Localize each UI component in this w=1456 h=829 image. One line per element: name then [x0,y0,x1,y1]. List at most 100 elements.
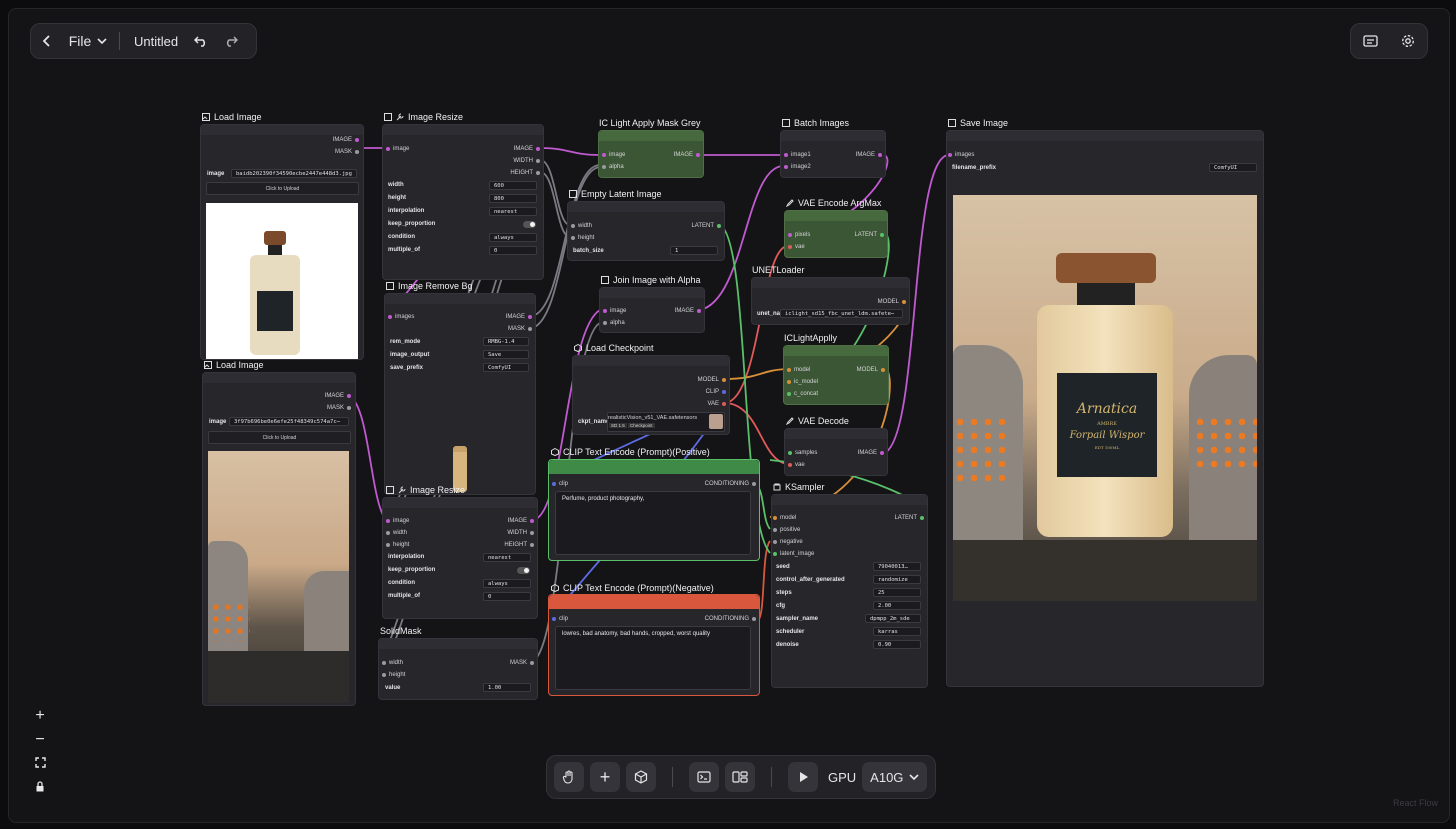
condition-select[interactable]: always [483,579,531,588]
output-port[interactable] [880,451,884,455]
back-button[interactable] [31,24,63,58]
image-remove-bg-node[interactable]: images IMAGE MASK rem_mode RMBG-1.4 imag… [384,293,536,495]
output-port[interactable] [536,159,540,163]
output-port[interactable] [878,153,882,157]
input-port[interactable] [382,661,386,665]
image-select[interactable]: baidb202390f34590ecbe2447e448d3.jpg [231,169,357,178]
output-port[interactable] [722,402,726,406]
output-port[interactable] [528,327,532,331]
output-port[interactable] [528,315,532,319]
zoom-in-button[interactable]: + [29,707,51,725]
steps-input[interactable]: 25 [873,588,921,597]
output-port[interactable] [752,617,756,621]
upload-button[interactable]: Click to Upload [208,431,351,444]
output-port[interactable] [347,394,351,398]
output-port[interactable] [530,519,534,523]
control-select[interactable]: randomize [873,575,921,584]
input-port[interactable] [787,380,791,384]
input-port[interactable] [552,482,556,486]
input-port[interactable] [602,165,606,169]
zoom-out-button[interactable]: − [29,731,51,749]
input-port[interactable] [386,147,390,151]
input-port[interactable] [773,552,777,556]
terminal-button[interactable] [689,762,719,792]
input-port[interactable] [948,153,952,157]
unet-loader-node[interactable]: MODEL unet_na iclight_sd15_fbc_unet_ldm.… [751,277,910,325]
upload-button[interactable]: Click to Upload [206,182,359,195]
input-port[interactable] [571,236,575,240]
interpolation-select[interactable]: nearest [483,553,531,562]
input-port[interactable] [788,245,792,249]
vae-encode-node[interactable]: pixels vae LATENT [784,210,888,258]
input-port[interactable] [788,451,792,455]
output-port[interactable] [880,233,884,237]
redo-button[interactable] [216,24,246,58]
input-port[interactable] [773,528,777,532]
output-port[interactable] [696,153,700,157]
multiple-of-input[interactable]: 0 [489,246,537,255]
input-port[interactable] [784,165,788,169]
input-port[interactable] [603,321,607,325]
clip-negative-node[interactable]: clip CONDITIONING lowres, bad anatomy, b… [548,594,760,696]
queue-panel-button[interactable] [1355,26,1385,56]
input-port[interactable] [382,673,386,677]
keep-proportion-toggle[interactable] [517,567,530,574]
join-alpha-node[interactable]: image alpha IMAGE [599,287,705,333]
output-port[interactable] [536,147,540,151]
input-port[interactable] [787,368,791,372]
settings-button[interactable] [1393,26,1423,56]
input-port[interactable] [386,543,390,547]
input-port[interactable] [784,153,788,157]
output-port[interactable] [347,406,351,410]
value-input[interactable]: 1.00 [483,683,531,692]
output-port[interactable] [697,309,701,313]
sampler-select[interactable]: dpmpp_2m_sde [865,614,921,623]
input-port[interactable] [571,224,575,228]
condition-select[interactable]: always [489,233,537,242]
workflow-title[interactable]: Untitled [126,24,186,58]
react-flow-attribution[interactable]: React Flow [1393,798,1438,808]
save-prefix-input[interactable]: ComfyUI [483,363,529,372]
input-port[interactable] [388,315,392,319]
run-button[interactable] [788,762,818,792]
input-port[interactable] [602,153,606,157]
output-port[interactable] [881,368,885,372]
ic-light-mask-node[interactable]: image alpha IMAGE [598,130,704,178]
unet-name-select[interactable]: iclight_sd15_fbc_unet_ldm.safete⋯ [780,309,903,318]
checkpoint-select[interactable]: realisticVision_v51_VAE.safetensors SD 1… [607,412,725,432]
denoise-input[interactable]: 0.90 [873,640,921,649]
load-image-node[interactable]: IMAGE MASK image 3f97b696be0e6efe25f4834… [202,372,356,706]
file-menu-button[interactable]: File [63,24,113,58]
rem-mode-select[interactable]: RMBG-1.4 [483,337,529,346]
add-node-button[interactable]: + [590,762,620,792]
image-resize-node[interactable]: image IMAGE WIDTH HEIGHT width 600 heigh… [382,124,544,280]
input-port[interactable] [773,516,777,520]
batch-images-node[interactable]: image1 image2 IMAGE [780,130,886,178]
lock-button[interactable] [29,779,51,797]
output-port[interactable] [920,516,924,520]
output-port[interactable] [722,378,726,382]
output-port[interactable] [536,171,540,175]
cfg-input[interactable]: 2.00 [873,601,921,610]
undo-button[interactable] [186,24,216,58]
output-port[interactable] [902,300,906,304]
input-port[interactable] [773,540,777,544]
iclight-apply-node[interactable]: model ic_model c_concat MODEL [783,345,889,405]
image-select[interactable]: 3f97b696be0e6efe25f48349c574a7c⋯ [229,417,349,426]
output-port[interactable] [355,150,359,154]
vae-decode-node[interactable]: samples vae IMAGE [784,428,888,476]
prompt-textarea[interactable]: Perfume, product photography, [555,491,751,555]
width-input[interactable]: 600 [489,181,537,190]
output-port[interactable] [355,138,359,142]
gpu-select[interactable]: A10G [862,762,928,792]
input-port[interactable] [787,392,791,396]
input-port[interactable] [386,531,390,535]
fit-view-button[interactable] [29,755,51,773]
output-port[interactable] [717,224,721,228]
input-port[interactable] [386,519,390,523]
pan-tool-button[interactable] [554,762,584,792]
load-checkpoint-node[interactable]: MODEL CLIP VAE ckpt_name realisticVision… [572,355,730,435]
prompt-textarea[interactable]: lowres, bad anatomy, bad hands, cropped,… [555,626,751,690]
input-port[interactable] [788,463,792,467]
output-port[interactable] [752,482,756,486]
